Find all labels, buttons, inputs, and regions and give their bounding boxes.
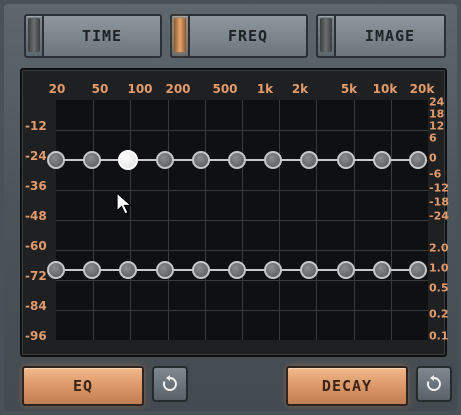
decay-node[interactable] — [83, 261, 102, 279]
tab-time-indicator — [28, 18, 40, 52]
decay-scale-label: 0.1 — [429, 329, 449, 343]
decay-node[interactable] — [155, 261, 174, 279]
db-label: -60 — [25, 239, 47, 253]
eq-gain-label: -6 — [429, 167, 442, 181]
db-label: -48 — [25, 209, 47, 223]
decay-node[interactable] — [119, 261, 138, 279]
eq-node[interactable] — [118, 150, 139, 170]
decay-node[interactable] — [409, 261, 427, 279]
grid-hline — [56, 250, 428, 251]
tab-freq[interactable]: FREQ — [170, 14, 308, 58]
freq-label: 1k — [256, 82, 274, 96]
grid-hline — [56, 280, 428, 281]
db-label: -24 — [25, 149, 47, 163]
eq-button[interactable]: EQ — [22, 366, 144, 406]
freq-label: 20 — [48, 82, 66, 96]
freq-label: 500 — [212, 82, 238, 96]
decay-scale-label: 0.5 — [429, 281, 449, 295]
eq-gain-label: -24 — [429, 209, 449, 223]
tab-freq-label: FREQ — [188, 16, 306, 56]
decay-node[interactable] — [228, 261, 246, 279]
eq-gain-label: 6 — [429, 131, 437, 145]
freq-label: 20k — [409, 82, 435, 96]
eq-gain-label: 0 — [429, 151, 437, 165]
freq-label: 200 — [165, 82, 191, 96]
eq-node[interactable] — [191, 151, 210, 169]
pointer-cursor-icon — [116, 192, 133, 215]
db-label: -84 — [25, 299, 47, 313]
decay-reset-button[interactable] — [416, 366, 452, 402]
tab-image-indicator — [320, 18, 332, 52]
decay-node[interactable] — [191, 261, 210, 279]
eq-node[interactable] — [47, 151, 65, 169]
freq-label: 50 — [91, 82, 109, 96]
eq-gain-label: -18 — [429, 195, 449, 209]
eq-reset-button[interactable] — [152, 366, 188, 402]
eq-gain-label: 24 — [429, 95, 445, 109]
eq-node[interactable] — [155, 151, 174, 169]
decay-scale-label: 2.0 — [429, 241, 449, 255]
eq-node[interactable] — [228, 151, 246, 169]
decay-node[interactable] — [47, 261, 65, 279]
eq-gain-label: -12 — [429, 181, 449, 195]
eq-node[interactable] — [83, 151, 102, 169]
grid-hline — [56, 310, 428, 311]
grid-hline — [56, 190, 428, 191]
eq-gain-label: 12 — [429, 119, 445, 133]
grid-hline — [56, 130, 428, 131]
db-label: -12 — [25, 119, 47, 133]
db-label: -96 — [25, 329, 47, 343]
grid-hline — [56, 220, 428, 221]
tab-image[interactable]: IMAGE — [316, 14, 446, 58]
decay-scale-label: 1.0 — [429, 261, 449, 275]
decay-scale-label: 0.2 — [429, 307, 449, 321]
graph-panel: 20 50 100 200 500 1k 2k 5k 10k 20k -12 -24 -36 -48 -60… — [20, 68, 449, 357]
tab-image-label: IMAGE — [334, 16, 444, 56]
reset-icon — [426, 375, 441, 391]
reset-icon — [162, 375, 177, 391]
eq-node[interactable] — [372, 151, 391, 169]
decay-node[interactable] — [372, 261, 391, 279]
eq-node[interactable] — [409, 151, 427, 169]
eq-decay-grid[interactable] — [47, 100, 428, 340]
tab-time-label: TIME — [42, 16, 160, 56]
decay-node[interactable] — [336, 261, 355, 279]
eq-node[interactable] — [336, 151, 355, 169]
db-label: -72 — [25, 269, 47, 283]
db-label: -36 — [25, 179, 47, 193]
freq-label: 5k — [340, 82, 358, 96]
tab-time[interactable]: TIME — [24, 14, 162, 58]
tab-freq-indicator — [174, 18, 186, 52]
freq-label: 100 — [127, 82, 153, 96]
freq-label: 10k — [372, 82, 398, 96]
eq-gain-label: 18 — [429, 107, 445, 121]
decay-button[interactable]: DECAY — [286, 366, 408, 406]
freq-label: 2k — [291, 82, 309, 96]
